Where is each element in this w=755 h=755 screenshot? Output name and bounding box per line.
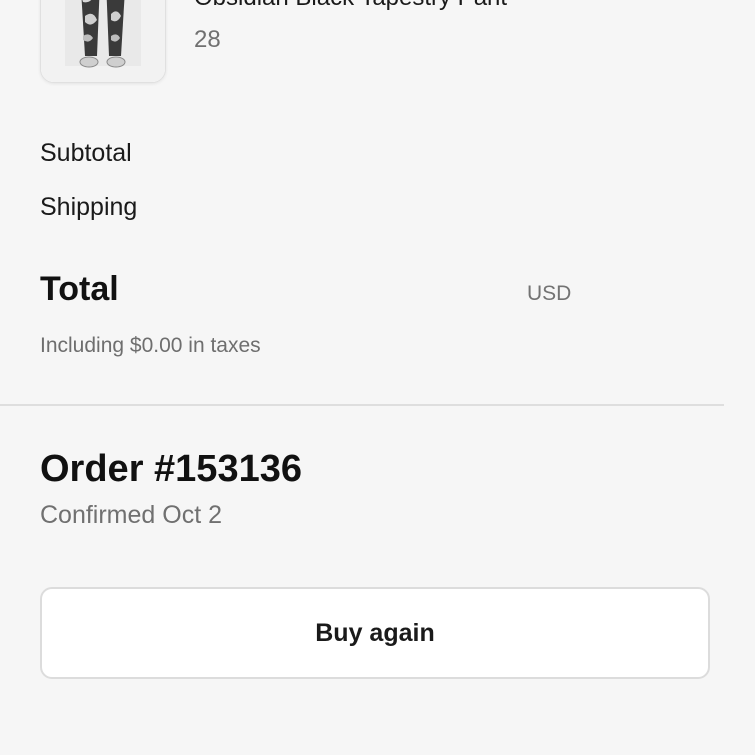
product-thumbnail[interactable] [40, 0, 166, 83]
buy-again-button[interactable]: Buy again [40, 587, 710, 679]
product-quantity: 28 [194, 26, 221, 53]
section-divider [0, 404, 724, 406]
order-status: Confirmed Oct 2 [40, 501, 223, 529]
pants-image [41, 0, 165, 82]
product-name: Obsidian Black Tapestry Pant [194, 0, 507, 12]
taxes-note: Including $0.00 in taxes [40, 334, 261, 357]
total-label: Total [40, 270, 119, 308]
shipping-label: Shipping [40, 193, 138, 221]
order-details-page: Obsidian Black Tapestry Pant 28 Subtotal… [0, 0, 755, 755]
currency-code: USD [527, 282, 572, 305]
subtotal-label: Subtotal [40, 139, 132, 167]
order-title: Order #153136 [40, 448, 302, 490]
